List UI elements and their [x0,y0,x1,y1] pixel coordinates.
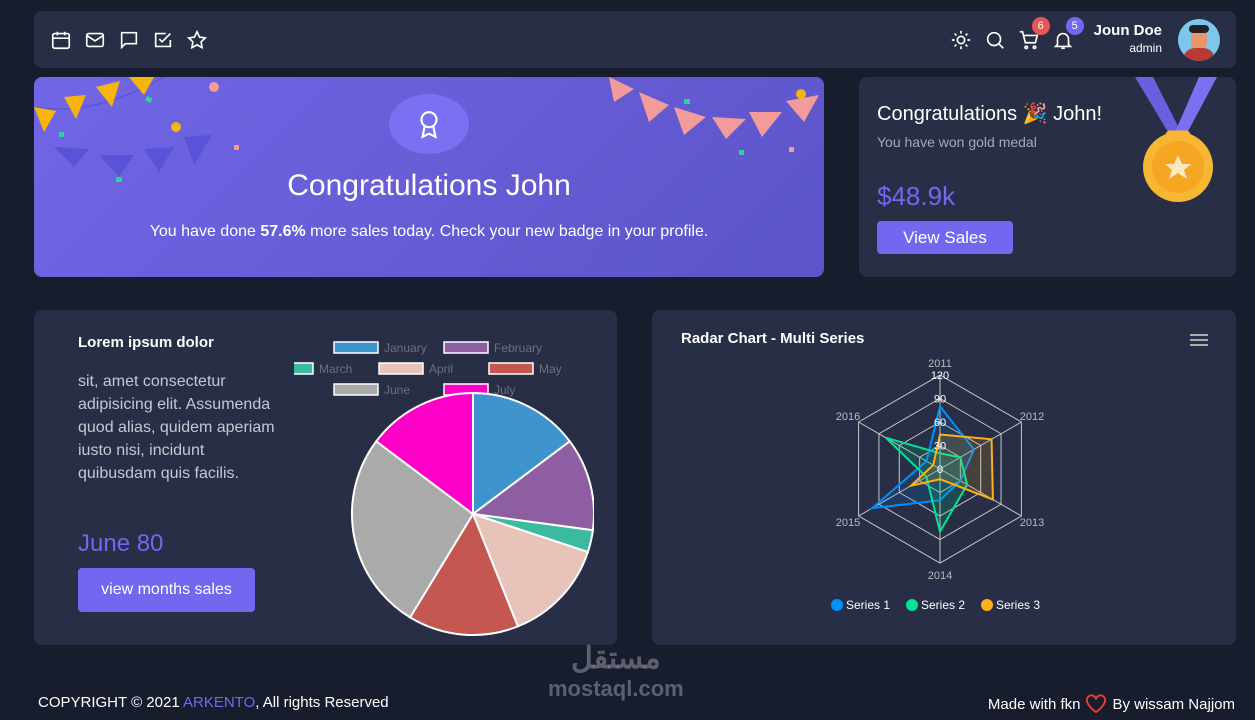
checkbox-icon[interactable] [152,29,174,51]
legend-marker [831,599,843,611]
radar-chart-card: Radar Chart - Multi Series 2011 2012 2013 2… [652,310,1236,645]
user-info[interactable]: Joun Doe admin [1094,22,1162,57]
calendar-icon[interactable] [50,29,72,51]
legend-label: April [429,362,453,376]
medal-title: Congratulations 🎉 John! [877,103,1103,125]
radar-category-label: 2012 [1020,411,1044,423]
legend-swatch [488,362,534,375]
radar-tick-label: 120 [931,370,949,382]
radar-category-label: 2014 [928,570,952,582]
medal-subtitle: You have won gold medal [877,134,1037,150]
legend-label: Series 3 [996,598,1040,612]
footer-copyright: COPYRIGHT © 2021 ARKENTO, All rights Res… [38,694,389,711]
avatar[interactable] [1178,18,1220,61]
award-icon [389,94,469,154]
legend-swatch [333,383,379,396]
radar-category-label: 2013 [1020,517,1044,529]
watermark-logo: مستقل mostaql.com [548,642,684,702]
pie-chart: January FebruaryMarch April MayJune July [294,341,594,636]
view-sales-button[interactable]: View Sales [877,221,1013,254]
medal-card: Congratulations 🎉 John! You have won gol… [859,77,1236,277]
user-name: Joun Doe [1093,22,1162,39]
footer-credit: Made with fkn By wissam Najjom [987,694,1235,714]
legend-marker [981,599,993,611]
view-months-sales-button[interactable]: view months sales [78,568,255,612]
legend-label: June [384,383,410,397]
top-navbar: 6 5 Joun Doe admin [34,11,1236,68]
sales-amount: $48.9k [877,181,956,211]
user-role: admin [1129,41,1162,55]
cart-button[interactable]: 6 [1018,16,1050,51]
legend-label: Series 1 [846,598,890,612]
pie-card-highlight: June 80 [78,530,164,557]
legend-label: March [319,362,352,376]
radar-chart: 2011 2012 2013 2014 2015 2016 0 30 60 90 120 Series… [831,358,1044,612]
legend-swatch [443,341,489,354]
cart-badge: 6 [1031,16,1050,35]
legend-swatch [378,362,424,375]
legend-marker [906,599,918,611]
heart-icon [1086,694,1107,714]
radar-tick-label: 0 [937,464,943,476]
radar-category-label: 2016 [836,411,860,423]
legend-label: May [539,362,562,376]
radar-tick-label: 30 [934,441,946,453]
banner-title: Congratulations John [287,169,571,202]
mail-icon[interactable] [84,29,106,51]
search-icon[interactable] [984,29,1006,51]
legend-swatch [294,362,314,375]
pie-chart-card: Lorem ipsum dolor sit, amet consectetur … [34,310,617,645]
legend-label: February [494,341,542,355]
legend-swatch [333,341,379,354]
gold-medal-icon [1135,77,1217,202]
pie-card-title: Lorem ipsum dolor [78,334,214,351]
banner-text: You have done 57.6% more sales today. Ch… [149,223,709,240]
notification-button[interactable]: 5 [1052,16,1084,51]
legend-label: January [384,341,427,355]
notification-badge: 5 [1065,16,1084,35]
radar-tick-label: 60 [934,417,946,429]
radar-category-label: 2015 [836,517,860,529]
congratulations-banner: Congratulations John You have done 57.6%… [34,77,824,277]
star-icon[interactable] [186,29,208,51]
chat-icon[interactable] [118,29,140,51]
legend-label: Series 2 [921,598,965,612]
radar-tick-label: 90 [934,394,946,406]
brand-link[interactable]: ARKENTO [183,694,255,711]
pie-card-text: sit, amet consectetur adipisicing elit. … [78,373,275,482]
radar-category-label: 2011 [928,358,952,370]
sun-icon[interactable] [950,29,972,51]
